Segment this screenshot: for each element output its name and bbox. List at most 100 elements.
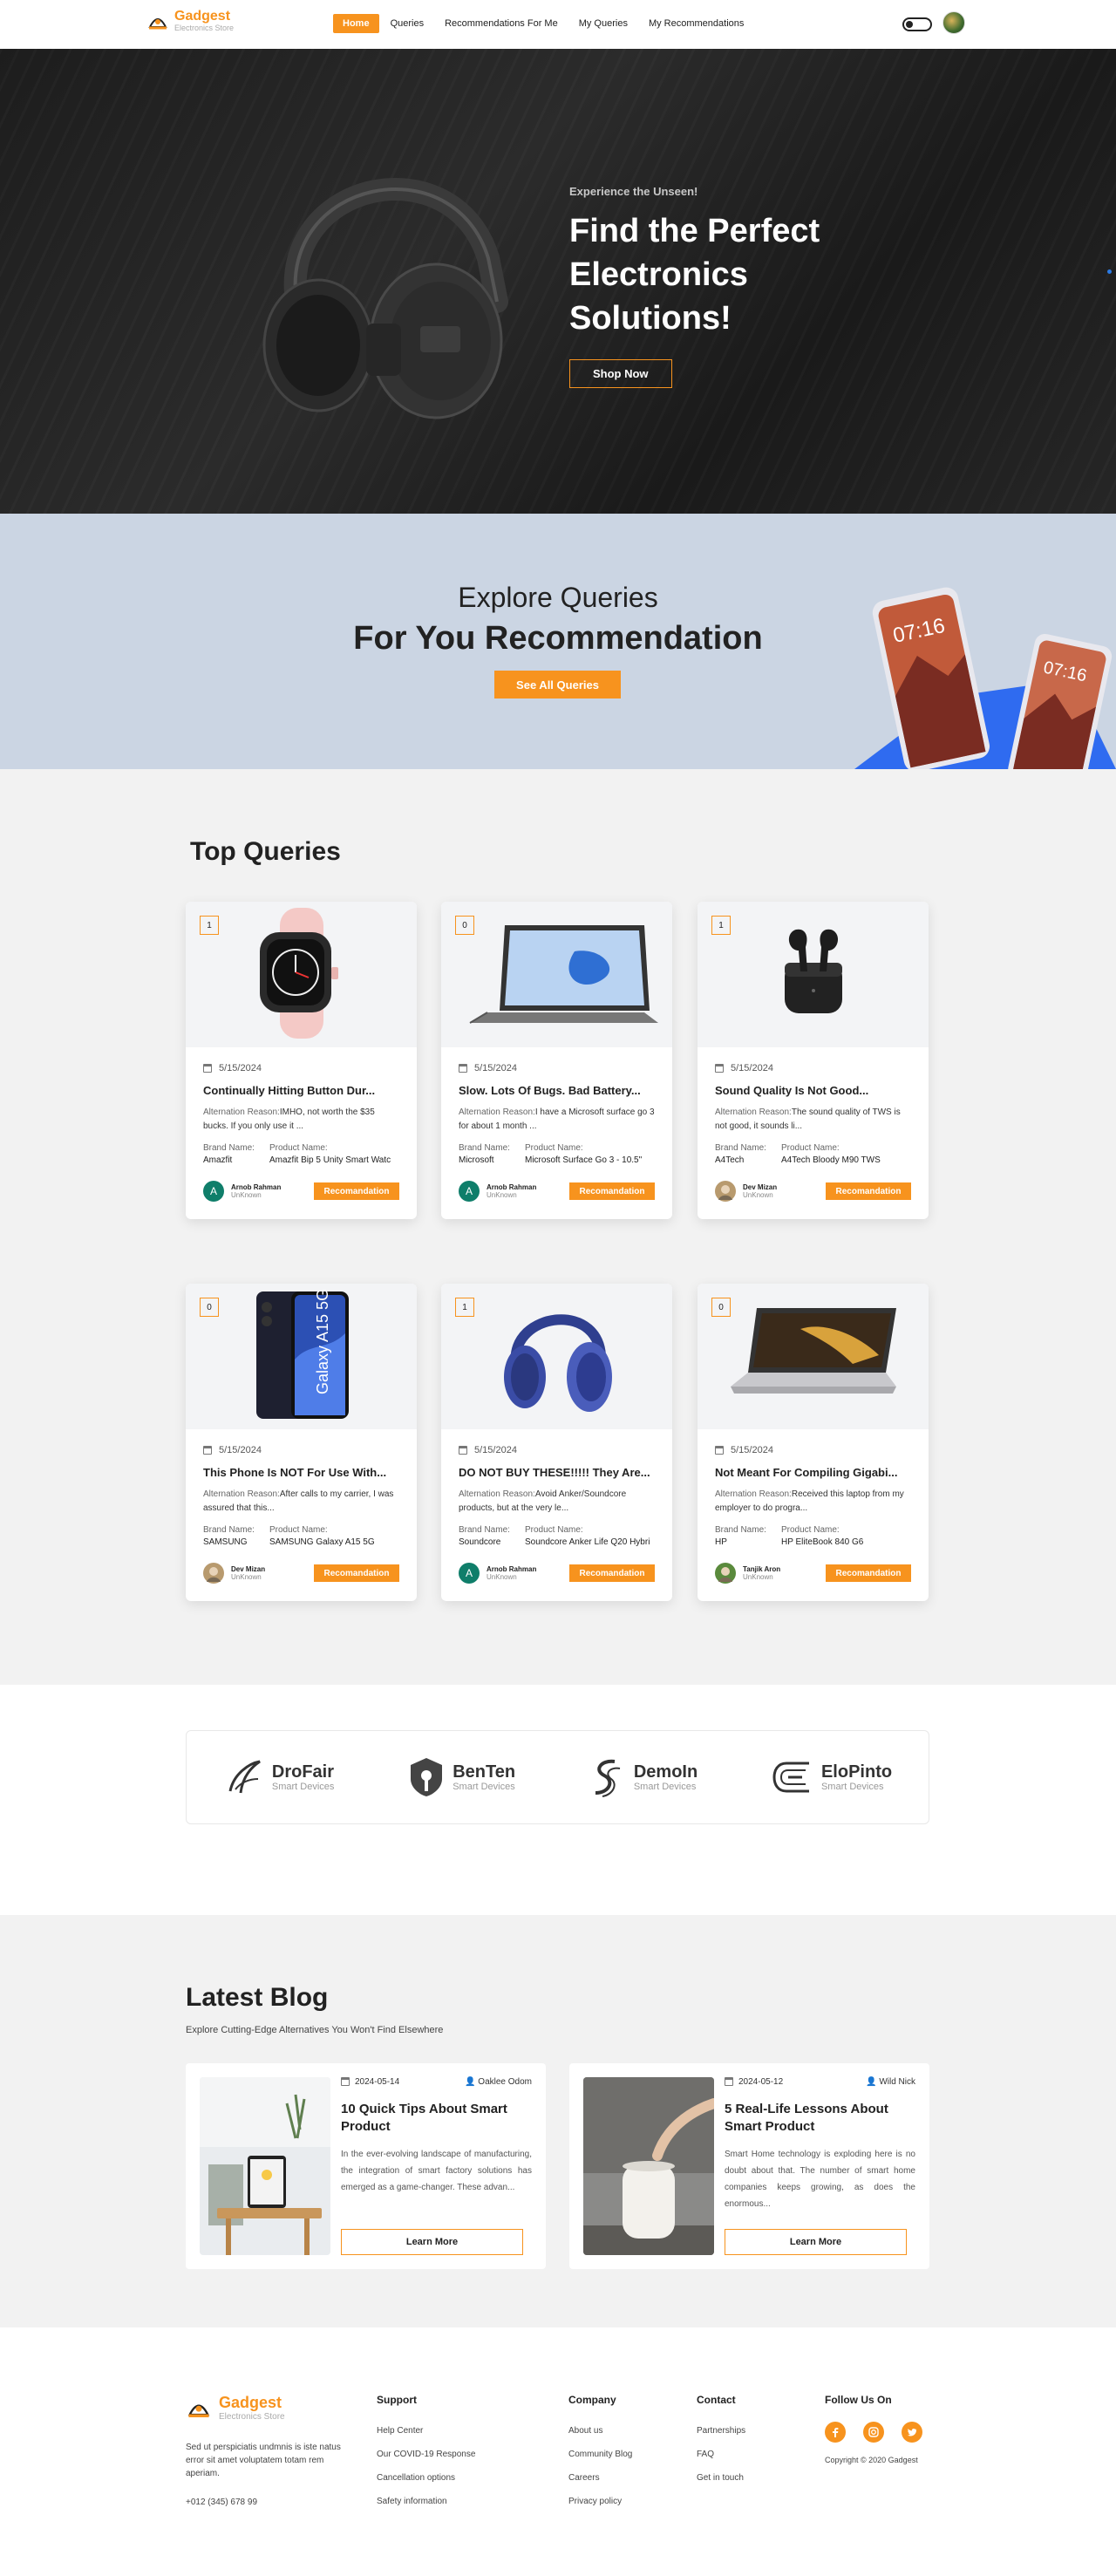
hero-title: Find the Perfect Electronics Solutions!: [569, 213, 820, 337]
query-card[interactable]: 0 Galaxy A15 5G 5/15/2024 This Phone Is …: [186, 1284, 417, 1601]
theme-toggle[interactable]: [902, 17, 932, 31]
brand-label: Brand Name:: [459, 1525, 510, 1535]
footer-logo[interactable]: Gadgest Electronics Store: [186, 2394, 285, 2422]
product-label: Product Name:: [525, 1525, 583, 1535]
learn-more-button[interactable]: Learn More: [341, 2229, 523, 2255]
logo-name: Gadgest: [174, 9, 231, 24]
alternation-reason: Alternation Reason:After calls to my car…: [203, 1489, 394, 1513]
brands-section: DroFair Smart Devices BenTen Smart Devices…: [0, 1685, 1116, 1915]
author-name: Arnob Rahman: [487, 1565, 537, 1573]
nav-queries[interactable]: Queries: [381, 14, 434, 33]
nav-recommendations-for-me[interactable]: Recommendations For Me: [435, 14, 568, 33]
nav-my-queries[interactable]: My Queries: [569, 14, 637, 33]
footer-link[interactable]: Help Center: [377, 2426, 423, 2436]
blog-image-tablet: [200, 2077, 330, 2255]
footer-link[interactable]: Cancellation options: [377, 2473, 455, 2483]
footer-link[interactable]: Careers: [568, 2473, 600, 2483]
query-card[interactable]: 1 5/15/2024 Continually Hitting Button D…: [186, 902, 417, 1219]
blog-author: 👤 Wild Nick: [866, 2077, 915, 2087]
facebook-icon[interactable]: [825, 2422, 846, 2443]
product-image: 0 Galaxy A15 5G: [186, 1284, 417, 1429]
instagram-icon[interactable]: [863, 2422, 884, 2443]
brand-demoin[interactable]: DemoIn Smart Devices: [589, 1756, 698, 1798]
logo-icon: [146, 10, 169, 32]
blog-title[interactable]: 5 Real-Life Lessons About Smart Product: [725, 2101, 915, 2136]
query-title[interactable]: This Phone Is NOT For Use With...: [203, 1466, 399, 1479]
product-meta: Brand Name: Soundcore Product Name: Soun…: [459, 1524, 655, 1549]
footer-link[interactable]: Get in touch: [697, 2473, 744, 2483]
headphones-image: [235, 127, 514, 453]
query-title[interactable]: Sound Quality Is Not Good...: [715, 1084, 911, 1097]
blog-excerpt: In the ever-evolving landscape of manufa…: [341, 2150, 532, 2192]
footer-link[interactable]: Privacy policy: [568, 2497, 622, 2506]
recommendation-button[interactable]: Recomandation: [314, 1182, 399, 1200]
footer-link[interactable]: About us: [568, 2426, 602, 2436]
recommendation-button[interactable]: Recomandation: [826, 1182, 911, 1200]
brand-sub: Smart Devices: [453, 1782, 515, 1792]
brand-name: DroFair: [271, 1762, 335, 1782]
twitter-icon[interactable]: [902, 2422, 922, 2443]
brand-benten[interactable]: BenTen Smart Devices: [407, 1756, 515, 1798]
see-all-queries-button[interactable]: See All Queries: [494, 671, 621, 699]
product-meta: Brand Name: SAMSUNG Product Name: SAMSUN…: [203, 1524, 399, 1549]
learn-more-button[interactable]: Learn More: [725, 2229, 907, 2255]
recommendation-button[interactable]: Recomandation: [569, 1564, 655, 1582]
query-card[interactable]: 1 5/15/2024 DO NOT BUY THESE!!!!! They A…: [441, 1284, 672, 1601]
blog-author: 👤 Oaklee Odom: [465, 2077, 532, 2087]
nav-home[interactable]: Home: [333, 14, 379, 33]
recommendation-count-badge: 0: [455, 916, 474, 935]
alternation-reason: Alternation Reason:I have a Microsoft su…: [459, 1107, 655, 1131]
footer-link[interactable]: Community Blog: [568, 2450, 632, 2459]
blog-title[interactable]: 10 Quick Tips About Smart Product: [341, 2101, 532, 2136]
blog-card: 2024-05-14 👤 Oaklee Odom 10 Quick Tips A…: [186, 2063, 546, 2269]
avatar: A: [203, 1181, 224, 1202]
footer-support-title: Support: [377, 2394, 417, 2406]
latest-blog-section: Latest Blog Explore Cutting-Edge Alterna…: [0, 1915, 1116, 2327]
query-card[interactable]: 0 5/15/2024 Slow. Lots Of Bugs. Bad Batt…: [441, 902, 672, 1219]
footer-phone[interactable]: +012 (345) 678 99: [186, 2498, 257, 2507]
query-title[interactable]: Slow. Lots Of Bugs. Bad Battery...: [459, 1084, 655, 1097]
product-label: Product Name:: [781, 1143, 840, 1153]
footer-link[interactable]: FAQ: [697, 2450, 714, 2459]
site-logo[interactable]: Gadgest Electronics Store: [146, 9, 234, 32]
brand-elopinto[interactable]: EloPinto Smart Devices: [771, 1756, 892, 1798]
query-title[interactable]: DO NOT BUY THESE!!!!! They Are...: [459, 1466, 655, 1479]
drofair-logo-icon: [228, 1760, 261, 1794]
recommendation-button[interactable]: Recomandation: [314, 1564, 399, 1582]
product-value: HP EliteBook 840 G6: [781, 1537, 864, 1547]
product-value: SAMSUNG Galaxy A15 5G: [269, 1537, 375, 1547]
footer-link[interactable]: Safety information: [377, 2497, 447, 2506]
query-title[interactable]: Continually Hitting Button Dur...: [203, 1084, 399, 1097]
product-value: A4Tech Bloody M90 TWS: [781, 1155, 881, 1165]
product-value: Soundcore Anker Life Q20 Hybri: [525, 1537, 650, 1547]
product-image: 1: [441, 1284, 672, 1429]
product-image: 0: [441, 902, 672, 1047]
user-avatar[interactable]: [942, 11, 965, 34]
brand-name: EloPinto: [820, 1762, 893, 1782]
brand-value: A4Tech: [715, 1155, 745, 1165]
query-card[interactable]: 0 5/15/2024 Not Meant For Compiling Giga…: [698, 1284, 929, 1601]
brand-drofair[interactable]: DroFair Smart Devices: [223, 1756, 335, 1798]
top-queries-section: Top Queries 1 5/15/2024 Continually Hitt…: [0, 769, 1116, 1685]
product-image: 0: [698, 1284, 929, 1429]
recommendation-button[interactable]: Recomandation: [826, 1564, 911, 1582]
footer-contact-title: Contact: [697, 2394, 736, 2406]
recommendation-button[interactable]: Recomandation: [569, 1182, 655, 1200]
product-image: 1: [698, 902, 929, 1047]
footer-link[interactable]: Partnerships: [697, 2426, 745, 2436]
author-role: UnKnown: [231, 1573, 262, 1581]
footer-link[interactable]: Our COVID-19 Response: [377, 2450, 475, 2459]
brand-label: Brand Name:: [203, 1143, 255, 1153]
query-title[interactable]: Not Meant For Compiling Gigabi...: [715, 1466, 911, 1479]
shop-now-button[interactable]: Shop Now: [569, 359, 672, 388]
query-card[interactable]: 1 5/15/2024 Sound Quality Is Not Good...…: [698, 902, 929, 1219]
avatar: [203, 1563, 224, 1584]
query-author: A Arnob Rahman UnKnown: [459, 1563, 536, 1584]
footer-company-title: Company: [568, 2394, 616, 2406]
calendar-icon: [341, 2077, 350, 2087]
brand-name: BenTen: [453, 1762, 516, 1782]
query-author: A Arnob Rahman UnKnown: [459, 1181, 536, 1202]
nav-my-recommendations[interactable]: My Recommendations: [639, 14, 753, 33]
carousel-indicator[interactable]: [1107, 269, 1112, 274]
query-date: 5/15/2024: [459, 1445, 655, 1455]
